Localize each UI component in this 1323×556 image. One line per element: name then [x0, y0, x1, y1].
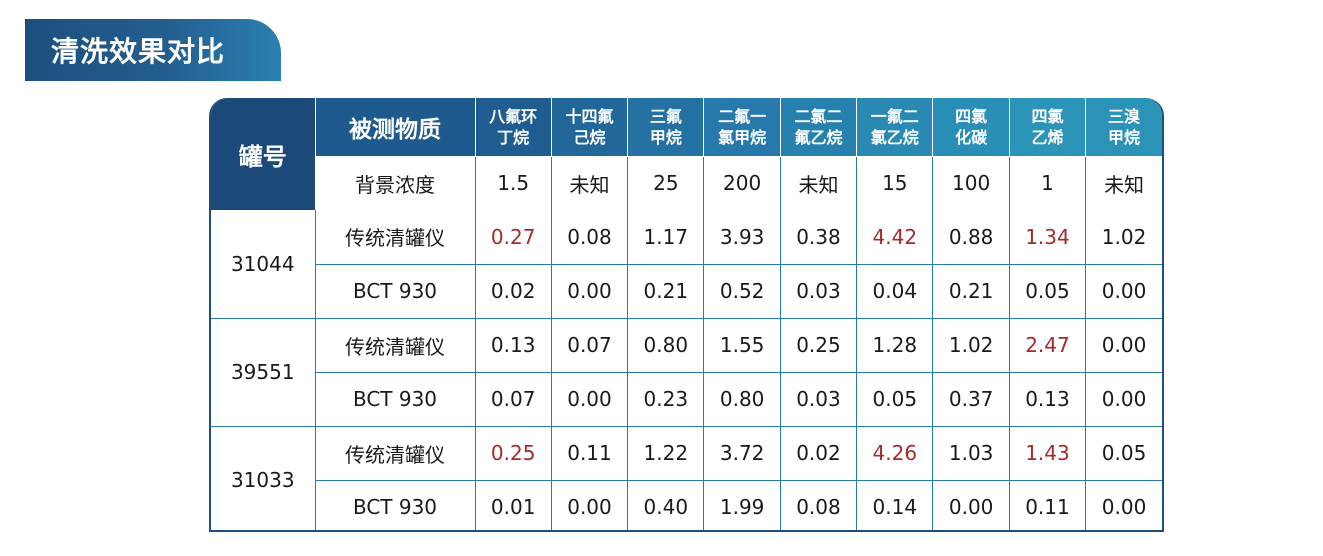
background-value: 未知 — [1104, 172, 1145, 197]
measurement-cell: 0.08 — [551, 210, 629, 265]
table-row: 39551 传统清罐仪 0.13 0.07 0.80 1.55 0.25 1.28 1.02 2.… — [211, 318, 1162, 427]
measurement-cell: 1.55 — [703, 318, 781, 373]
measurement-cell: 1.03 — [932, 426, 1010, 481]
measurement-cell: 0.07 — [475, 372, 552, 427]
measurement-cell: 1.43 — [1009, 426, 1087, 481]
substance-column-header: 二氟一 氯甲烷 — [703, 98, 781, 157]
method-label: BCT 930 — [315, 372, 476, 427]
measurement-cell: 0.40 — [627, 480, 705, 530]
table-row: 31044 传统清罐仪 0.27 0.08 1.17 3.93 0.38 4.42 0.88 1.… — [211, 210, 1162, 319]
measurement-cell: 0.08 — [780, 480, 858, 530]
background-value: 25 — [627, 156, 705, 210]
measurement-cell: 0.25 — [780, 318, 858, 373]
measurement-cell: 1.22 — [627, 426, 705, 481]
tank-id: 31033 — [211, 426, 316, 530]
background-row: 背景浓度 1.5 未知 25 200 未知 15 100 1 未知 — [211, 156, 1162, 210]
measurement-cell: 0.27 — [475, 210, 552, 265]
measurement-cell: 0.01 — [475, 480, 552, 530]
measurement-cell: 0.14 — [856, 480, 934, 530]
substance-column-header: 二氯二 氟乙烷 — [780, 98, 858, 157]
page-title: 清洗效果对比 — [25, 19, 281, 81]
measurement-cell: 0.88 — [932, 210, 1010, 265]
substance-header: 被测物质 — [315, 98, 476, 157]
measurement-cell: 0.11 — [1009, 480, 1087, 530]
measurement-cell: 2.47 — [1009, 318, 1087, 373]
measurement-cell: 3.93 — [703, 210, 781, 265]
measurement-cell: 0.02 — [475, 264, 552, 319]
measurement-cell: 0.00 — [1101, 495, 1147, 520]
method-label: BCT 930 — [315, 480, 476, 530]
measurement-cell: 4.42 — [856, 210, 934, 265]
measurement-cell: 0.07 — [551, 318, 629, 373]
measurement-cell: 0.38 — [780, 210, 858, 265]
background-value: 100 — [932, 156, 1010, 210]
measurement-cell: 0.52 — [703, 264, 781, 319]
method-label: BCT 930 — [315, 264, 476, 319]
background-value: 200 — [703, 156, 781, 210]
substance-column-header: 十四氟 己烷 — [551, 98, 629, 157]
measurement-cell: 0.25 — [475, 426, 552, 481]
tank-id: 39551 — [211, 318, 316, 427]
measurement-cell: 0.80 — [703, 372, 781, 427]
measurement-cell: 0.05 — [1009, 264, 1087, 319]
measurement-cell: 0.03 — [780, 264, 858, 319]
tank-number-header: 罐号 — [211, 98, 316, 210]
measurement-cell: 0.13 — [1009, 372, 1087, 427]
header-row: 罐号 被测物质 八氟环 丁烷 十四氟 己烷 三氟 甲烷 二氟一 氯甲烷 二氯二 … — [211, 98, 1162, 210]
substance-column-header: 一氟二 氯乙烷 — [856, 98, 934, 157]
tank-id: 31044 — [211, 210, 316, 319]
table-row: BCT 930 0.02 0.00 0.21 0.52 0.03 0.04 0.21 0.05 0… — [211, 264, 1162, 319]
substance-column-header: 四氯 乙烯 — [1009, 98, 1087, 157]
table-row: BCT 930 0.07 0.00 0.23 0.80 0.03 0.05 0.37 0.13 0… — [211, 372, 1162, 427]
measurement-cell: 0.21 — [932, 264, 1010, 319]
measurement-cell: 1.99 — [703, 480, 781, 530]
substance-column-header: 八氟环 丁烷 — [475, 98, 552, 157]
measurement-cell: 0.05 — [856, 372, 934, 427]
background-label: 背景浓度 — [315, 156, 476, 210]
measurement-cell: 0.00 — [1085, 372, 1162, 427]
measurement-cell: 3.72 — [703, 426, 781, 481]
table-row: BCT 930 0.01 0.00 0.40 1.99 0.08 0.14 0.00 0.11 0… — [211, 480, 1162, 530]
table-row: 31033 传统清罐仪 0.25 0.11 1.22 3.72 0.02 4.26 1.03 1.… — [211, 426, 1162, 530]
method-label: 传统清罐仪 — [315, 426, 476, 481]
measurement-cell: 0.13 — [475, 318, 552, 373]
background-value: 未知 — [780, 156, 858, 210]
measurement-cell: 0.80 — [627, 318, 705, 373]
measurement-cell: 4.26 — [856, 426, 934, 481]
measurement-cell: 0.00 — [551, 480, 629, 530]
measurement-cell: 0.05 — [1085, 426, 1162, 481]
method-label: 传统清罐仪 — [315, 318, 476, 373]
measurement-cell: 1.02 — [1085, 210, 1162, 265]
method-label: 传统清罐仪 — [315, 210, 476, 265]
measurement-cell: 0.04 — [856, 264, 934, 319]
measurement-cell: 0.00 — [1085, 264, 1162, 319]
measurement-cell: 0.00 — [551, 372, 629, 427]
measurement-cell: 0.02 — [780, 426, 858, 481]
background-value: 未知 — [551, 156, 629, 210]
background-value: 15 — [856, 156, 934, 210]
measurement-cell: 1.17 — [627, 210, 705, 265]
substance-column-header: 三溴 甲烷 — [1085, 98, 1162, 157]
measurement-cell: 0.00 — [1085, 318, 1162, 373]
measurement-cell: 0.37 — [932, 372, 1010, 427]
measurement-cell: 1.34 — [1009, 210, 1087, 265]
substance-column-header: 三氟 甲烷 — [627, 98, 705, 157]
comparison-table: 罐号 被测物质 八氟环 丁烷 十四氟 己烷 三氟 甲烷 二氟一 氯甲烷 二氯二 … — [209, 98, 1164, 532]
measurement-cell: 0.23 — [627, 372, 705, 427]
measurement-cell: 1.28 — [856, 318, 934, 373]
measurement-cell: 0.00 — [551, 264, 629, 319]
measurement-cell: 0.11 — [551, 426, 629, 481]
measurement-cell: 1.02 — [932, 318, 1010, 373]
background-value: 1.5 — [475, 156, 552, 210]
background-value: 1 — [1009, 156, 1087, 210]
substance-column-header: 四氯 化碳 — [932, 98, 1010, 157]
measurement-cell: 0.21 — [627, 264, 705, 319]
measurement-cell: 0.00 — [932, 480, 1010, 530]
measurement-cell: 0.03 — [780, 372, 858, 427]
